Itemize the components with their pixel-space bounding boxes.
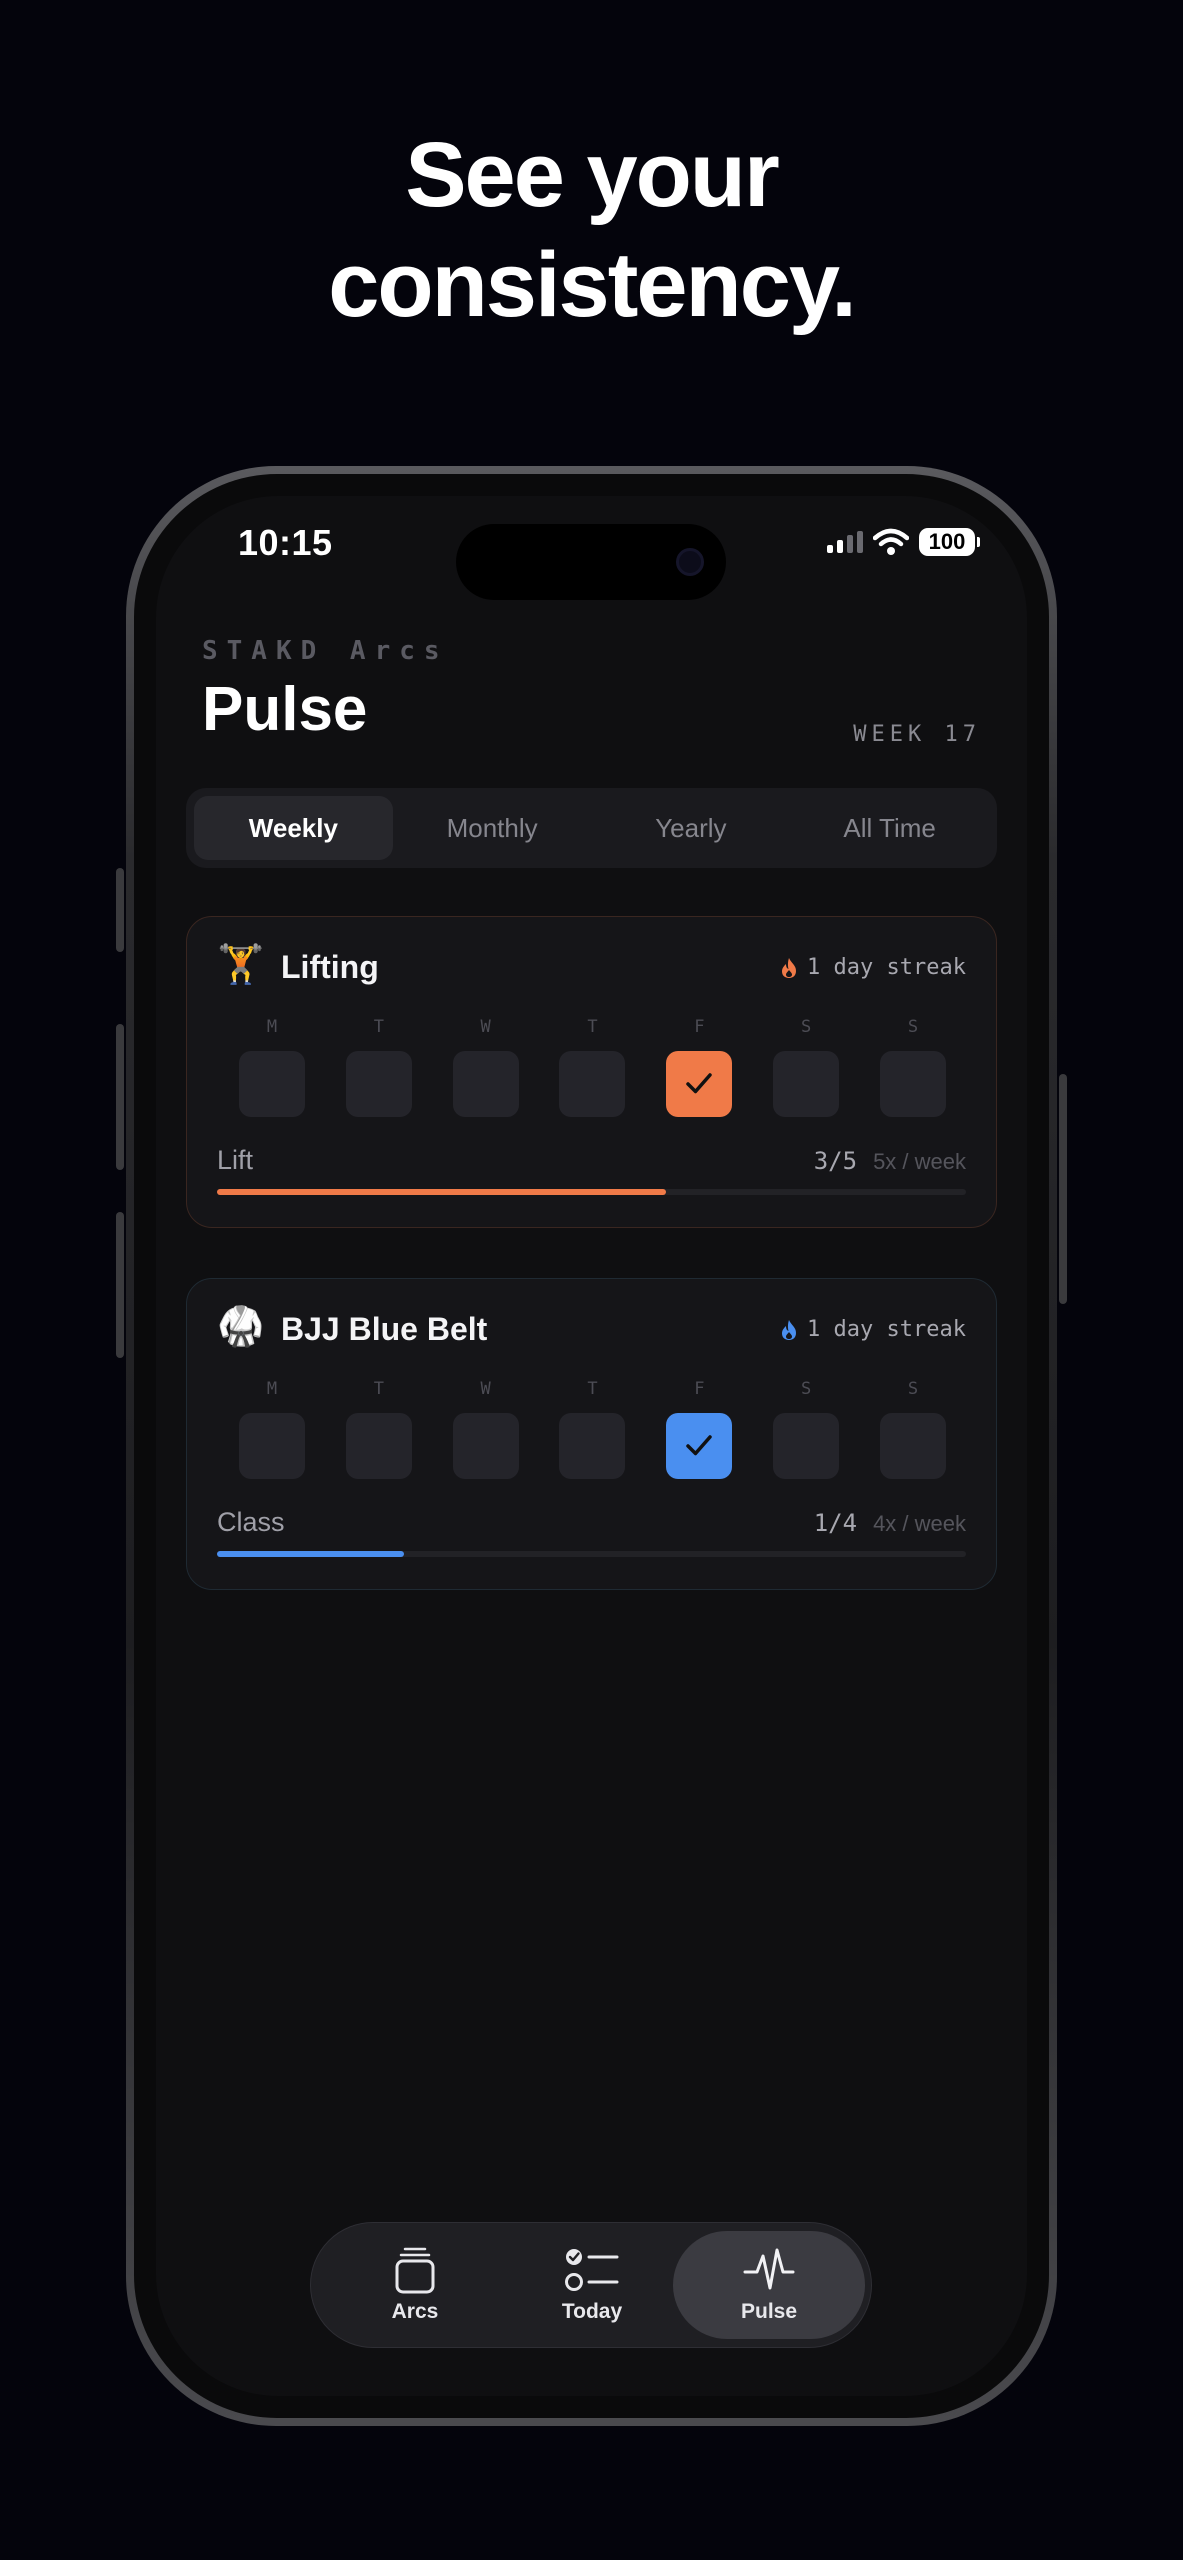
day-cell[interactable] xyxy=(879,1051,946,1117)
page-title: Pulse xyxy=(202,675,368,744)
tab-bar-arcs[interactable]: Arcs xyxy=(319,2231,511,2339)
tab-bar-today[interactable]: Today xyxy=(496,2231,688,2339)
habit-title: Lifting xyxy=(281,949,379,985)
flame-icon xyxy=(782,1319,797,1340)
goal-frequency: 4x / week xyxy=(873,1511,966,1536)
day-cell[interactable] xyxy=(345,1413,412,1479)
battery-level: 100 xyxy=(928,529,966,554)
status-time: 10:15 xyxy=(238,522,333,563)
week-days: M T W T F S S xyxy=(239,1379,946,1479)
day-label: T xyxy=(373,1379,384,1399)
headline-line-2: consistency. xyxy=(328,234,857,336)
volume-up-button xyxy=(116,1024,124,1170)
day-label: T xyxy=(587,1017,598,1037)
day-label: S xyxy=(907,1379,919,1399)
tab-yearly[interactable]: Yearly xyxy=(592,796,791,860)
goal-label: Class xyxy=(217,1507,285,1537)
day-cell[interactable] xyxy=(239,1051,305,1117)
day-cell[interactable] xyxy=(345,1051,412,1117)
day-label: T xyxy=(587,1379,598,1399)
checkmark-icon xyxy=(686,1435,713,1456)
streak-text: 1 day streak xyxy=(807,955,966,980)
headline: See your consistency. xyxy=(0,120,1183,340)
pulse-icon xyxy=(743,2248,795,2290)
goal-count: 1/4 xyxy=(813,1509,858,1537)
checklist-icon xyxy=(565,2249,619,2291)
day-label: S xyxy=(907,1017,919,1037)
flame-icon xyxy=(782,957,797,978)
streak-text: 1 day streak xyxy=(807,1317,966,1342)
day-label: S xyxy=(801,1017,812,1037)
day-cell-checked[interactable] xyxy=(666,1051,733,1117)
cellular-signal-icon xyxy=(827,531,863,553)
progress-fill xyxy=(217,1189,667,1195)
goal-summary: 3/5 5x / week xyxy=(814,1147,966,1175)
day-label: S xyxy=(801,1379,812,1399)
day-cell[interactable] xyxy=(239,1413,305,1479)
day-label: F xyxy=(694,1017,705,1037)
habit-title: BJJ Blue Belt xyxy=(281,1311,488,1347)
goal-label: Lift xyxy=(217,1145,254,1175)
phone-screen: 10:15 100 STAKD Arcs Pulse WEEK 17 Weekl… xyxy=(156,496,1027,2396)
progress-track xyxy=(217,1551,966,1557)
wifi-icon xyxy=(873,528,909,555)
day-label: M xyxy=(266,1379,278,1399)
tab-bar-label: Pulse xyxy=(740,2300,798,2323)
day-cell-checked[interactable] xyxy=(666,1413,733,1479)
progress-fill xyxy=(217,1551,405,1557)
status-icons: 100 xyxy=(827,528,980,556)
checkmark-icon xyxy=(686,1073,713,1094)
day-cell[interactable] xyxy=(559,1051,626,1117)
day-label: T xyxy=(373,1017,384,1037)
habit-card-lifting[interactable]: 🏋️ Lifting 1 day streak M T W T F S S Li… xyxy=(186,916,997,1228)
day-cell[interactable] xyxy=(773,1051,840,1117)
goal-count: 3/5 xyxy=(813,1147,858,1175)
week-days: M T W T F S S xyxy=(239,1017,946,1117)
weightlifter-icon: 🏋️ xyxy=(217,944,265,986)
tab-weekly[interactable]: Weekly xyxy=(194,796,393,860)
martial-arts-uniform-icon: 🥋 xyxy=(217,1306,265,1348)
headline-line-1: See your xyxy=(405,124,780,226)
day-label: M xyxy=(266,1017,278,1037)
tab-bar-pulse[interactable]: Pulse xyxy=(673,2231,865,2339)
action-button xyxy=(116,868,124,952)
power-button xyxy=(1059,1074,1067,1304)
progress-track xyxy=(217,1189,966,1195)
day-label: F xyxy=(694,1379,705,1399)
goal-frequency: 5x / week xyxy=(873,1149,966,1174)
dynamic-island xyxy=(456,524,726,600)
streak-badge: 1 day streak xyxy=(781,955,966,980)
stack-icon xyxy=(395,2247,435,2294)
tab-monthly[interactable]: Monthly xyxy=(393,796,592,860)
battery-indicator: 100 xyxy=(919,528,980,556)
day-cell[interactable] xyxy=(452,1413,519,1479)
day-cell[interactable] xyxy=(879,1413,946,1479)
day-cell[interactable] xyxy=(559,1413,626,1479)
tab-bar-label: Today xyxy=(561,2300,623,2323)
habit-card-bjj[interactable]: 🥋 BJJ Blue Belt 1 day streak M T W T F S… xyxy=(186,1278,997,1590)
week-label: WEEK 17 xyxy=(853,722,981,747)
volume-down-button xyxy=(116,1212,124,1358)
tab-bar-label: Arcs xyxy=(391,2300,439,2323)
bottom-tab-bar: Arcs Today Pulse xyxy=(310,2222,872,2348)
day-label: W xyxy=(480,1379,491,1399)
tab-all-time[interactable]: All Time xyxy=(790,796,989,860)
goal-summary: 1/4 4x / week xyxy=(814,1509,966,1537)
streak-badge: 1 day streak xyxy=(781,1317,966,1342)
day-cell[interactable] xyxy=(773,1413,840,1479)
day-cell[interactable] xyxy=(452,1051,519,1117)
period-tabs: Weekly Monthly Yearly All Time xyxy=(186,788,997,868)
brand-label: STAKD Arcs xyxy=(202,636,449,666)
day-label: W xyxy=(480,1017,491,1037)
